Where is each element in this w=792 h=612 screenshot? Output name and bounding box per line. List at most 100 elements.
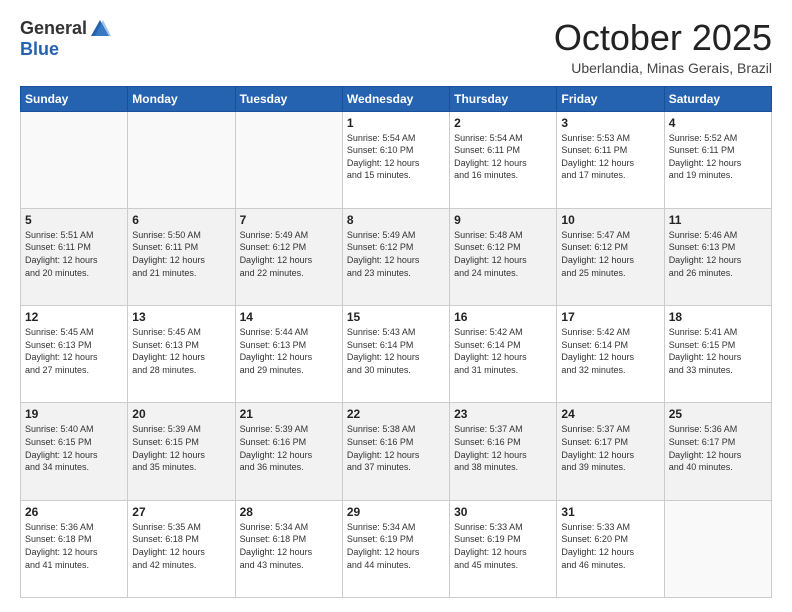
logo-blue: Blue [20, 40, 111, 60]
day-cell: 6Sunrise: 5:50 AM Sunset: 6:11 PM Daylig… [128, 208, 235, 305]
header-row: SundayMondayTuesdayWednesdayThursdayFrid… [21, 86, 772, 111]
day-info: Sunrise: 5:42 AM Sunset: 6:14 PM Dayligh… [561, 326, 659, 376]
day-number: 13 [132, 310, 230, 324]
day-number: 2 [454, 116, 552, 130]
day-info: Sunrise: 5:48 AM Sunset: 6:12 PM Dayligh… [454, 229, 552, 279]
logo: General Blue [20, 18, 111, 60]
day-cell: 4Sunrise: 5:52 AM Sunset: 6:11 PM Daylig… [664, 111, 771, 208]
day-info: Sunrise: 5:34 AM Sunset: 6:19 PM Dayligh… [347, 521, 445, 571]
day-info: Sunrise: 5:54 AM Sunset: 6:10 PM Dayligh… [347, 132, 445, 182]
day-number: 20 [132, 407, 230, 421]
header: General Blue October 2025 Uberlandia, Mi… [20, 18, 772, 76]
day-cell: 17 Sunrise: 5:42 AM Sunset: 6:14 PM Dayli… [557, 306, 664, 403]
day-number: 19 [25, 407, 123, 421]
day-number: 24 [561, 407, 659, 421]
day-cell: 16Sunrise: 5:42 AM Sunset: 6:14 PM Dayli… [450, 306, 557, 403]
col-header-tuesday: Tuesday [235, 86, 342, 111]
day-info: Sunrise: 5:44 AM Sunset: 6:13 PM Dayligh… [240, 326, 338, 376]
day-info: Sunrise: 5:47 AM Sunset: 6:12 PM Dayligh… [561, 229, 659, 279]
day-number: 10 [561, 213, 659, 227]
day-cell: 18Sunrise: 5:41 AM Sunset: 6:15 PM Dayli… [664, 306, 771, 403]
day-number: 7 [240, 213, 338, 227]
day-cell: 11 Sunrise: 5:46 AM Sunset: 6:13 PM Dayli… [664, 208, 771, 305]
day-cell: 31 Sunrise: 5:33 AM Sunset: 6:20 PM Dayli… [557, 500, 664, 597]
day-cell [235, 111, 342, 208]
day-info: Sunrise: 5:36 AM Sunset: 6:18 PM Dayligh… [25, 521, 123, 571]
logo-icon [89, 18, 111, 40]
day-number: 4 [669, 116, 767, 130]
col-header-thursday: Thursday [450, 86, 557, 111]
day-number: 29 [347, 505, 445, 519]
day-info: Sunrise: 5:49 AM Sunset: 6:12 PM Dayligh… [347, 229, 445, 279]
day-info: Sunrise: 5:41 AM Sunset: 6:15 PM Dayligh… [669, 326, 767, 376]
day-info: Sunrise: 5:33 AM Sunset: 6:19 PM Dayligh… [454, 521, 552, 571]
day-cell: 13 Sunrise: 5:45 AM Sunset: 6:13 PM Dayli… [128, 306, 235, 403]
month-title: October 2025 [554, 18, 772, 58]
week-row: 1 Sunrise: 5:54 AM Sunset: 6:10 PM Daylig… [21, 111, 772, 208]
day-cell: 10 Sunrise: 5:47 AM Sunset: 6:12 PM Dayli… [557, 208, 664, 305]
day-cell: 30 Sunrise: 5:33 AM Sunset: 6:19 PM Dayli… [450, 500, 557, 597]
col-header-monday: Monday [128, 86, 235, 111]
day-cell: 21 Sunrise: 5:39 AM Sunset: 6:16 PM Dayli… [235, 403, 342, 500]
day-info: Sunrise: 5:43 AM Sunset: 6:14 PM Dayligh… [347, 326, 445, 376]
day-cell: 8 Sunrise: 5:49 AM Sunset: 6:12 PM Daylig… [342, 208, 449, 305]
day-cell: 24 Sunrise: 5:37 AM Sunset: 6:17 PM Dayli… [557, 403, 664, 500]
day-number: 1 [347, 116, 445, 130]
day-number: 23 [454, 407, 552, 421]
day-cell: 5Sunrise: 5:51 AM Sunset: 6:11 PM Daylig… [21, 208, 128, 305]
day-cell: 9Sunrise: 5:48 AM Sunset: 6:12 PM Daylig… [450, 208, 557, 305]
week-row: 5Sunrise: 5:51 AM Sunset: 6:11 PM Daylig… [21, 208, 772, 305]
day-cell: 15Sunrise: 5:43 AM Sunset: 6:14 PM Dayli… [342, 306, 449, 403]
day-number: 21 [240, 407, 338, 421]
day-number: 11 [669, 213, 767, 227]
day-info: Sunrise: 5:46 AM Sunset: 6:13 PM Dayligh… [669, 229, 767, 279]
col-header-sunday: Sunday [21, 86, 128, 111]
day-number: 12 [25, 310, 123, 324]
day-number: 28 [240, 505, 338, 519]
day-number: 31 [561, 505, 659, 519]
page: General Blue October 2025 Uberlandia, Mi… [0, 0, 792, 612]
day-info: Sunrise: 5:35 AM Sunset: 6:18 PM Dayligh… [132, 521, 230, 571]
day-cell: 20Sunrise: 5:39 AM Sunset: 6:15 PM Dayli… [128, 403, 235, 500]
day-info: Sunrise: 5:45 AM Sunset: 6:13 PM Dayligh… [25, 326, 123, 376]
day-info: Sunrise: 5:33 AM Sunset: 6:20 PM Dayligh… [561, 521, 659, 571]
day-info: Sunrise: 5:45 AM Sunset: 6:13 PM Dayligh… [132, 326, 230, 376]
day-cell: 22Sunrise: 5:38 AM Sunset: 6:16 PM Dayli… [342, 403, 449, 500]
day-info: Sunrise: 5:39 AM Sunset: 6:16 PM Dayligh… [240, 423, 338, 473]
col-header-saturday: Saturday [664, 86, 771, 111]
day-cell: 27Sunrise: 5:35 AM Sunset: 6:18 PM Dayli… [128, 500, 235, 597]
day-info: Sunrise: 5:36 AM Sunset: 6:17 PM Dayligh… [669, 423, 767, 473]
day-number: 25 [669, 407, 767, 421]
calendar: SundayMondayTuesdayWednesdayThursdayFrid… [20, 86, 772, 598]
day-info: Sunrise: 5:49 AM Sunset: 6:12 PM Dayligh… [240, 229, 338, 279]
day-number: 3 [561, 116, 659, 130]
title-block: October 2025 Uberlandia, Minas Gerais, B… [554, 18, 772, 76]
day-info: Sunrise: 5:37 AM Sunset: 6:16 PM Dayligh… [454, 423, 552, 473]
day-cell: 28Sunrise: 5:34 AM Sunset: 6:18 PM Dayli… [235, 500, 342, 597]
day-cell: 19 Sunrise: 5:40 AM Sunset: 6:15 PM Dayli… [21, 403, 128, 500]
week-row: 19 Sunrise: 5:40 AM Sunset: 6:15 PM Dayli… [21, 403, 772, 500]
day-cell: 3 Sunrise: 5:53 AM Sunset: 6:11 PM Daylig… [557, 111, 664, 208]
day-cell [21, 111, 128, 208]
day-cell [664, 500, 771, 597]
day-number: 5 [25, 213, 123, 227]
day-cell: 2Sunrise: 5:54 AM Sunset: 6:11 PM Daylig… [450, 111, 557, 208]
day-cell [128, 111, 235, 208]
day-number: 14 [240, 310, 338, 324]
day-number: 17 [561, 310, 659, 324]
day-number: 16 [454, 310, 552, 324]
day-cell: 14 Sunrise: 5:44 AM Sunset: 6:13 PM Dayli… [235, 306, 342, 403]
location: Uberlandia, Minas Gerais, Brazil [554, 60, 772, 76]
day-cell: 29 Sunrise: 5:34 AM Sunset: 6:19 PM Dayli… [342, 500, 449, 597]
logo-general: General [20, 19, 87, 39]
day-info: Sunrise: 5:53 AM Sunset: 6:11 PM Dayligh… [561, 132, 659, 182]
day-number: 8 [347, 213, 445, 227]
week-row: 12 Sunrise: 5:45 AM Sunset: 6:13 PM Dayli… [21, 306, 772, 403]
day-number: 26 [25, 505, 123, 519]
day-info: Sunrise: 5:37 AM Sunset: 6:17 PM Dayligh… [561, 423, 659, 473]
day-cell: 25 Sunrise: 5:36 AM Sunset: 6:17 PM Dayli… [664, 403, 771, 500]
day-number: 22 [347, 407, 445, 421]
day-info: Sunrise: 5:40 AM Sunset: 6:15 PM Dayligh… [25, 423, 123, 473]
day-cell: 7 Sunrise: 5:49 AM Sunset: 6:12 PM Daylig… [235, 208, 342, 305]
day-number: 30 [454, 505, 552, 519]
